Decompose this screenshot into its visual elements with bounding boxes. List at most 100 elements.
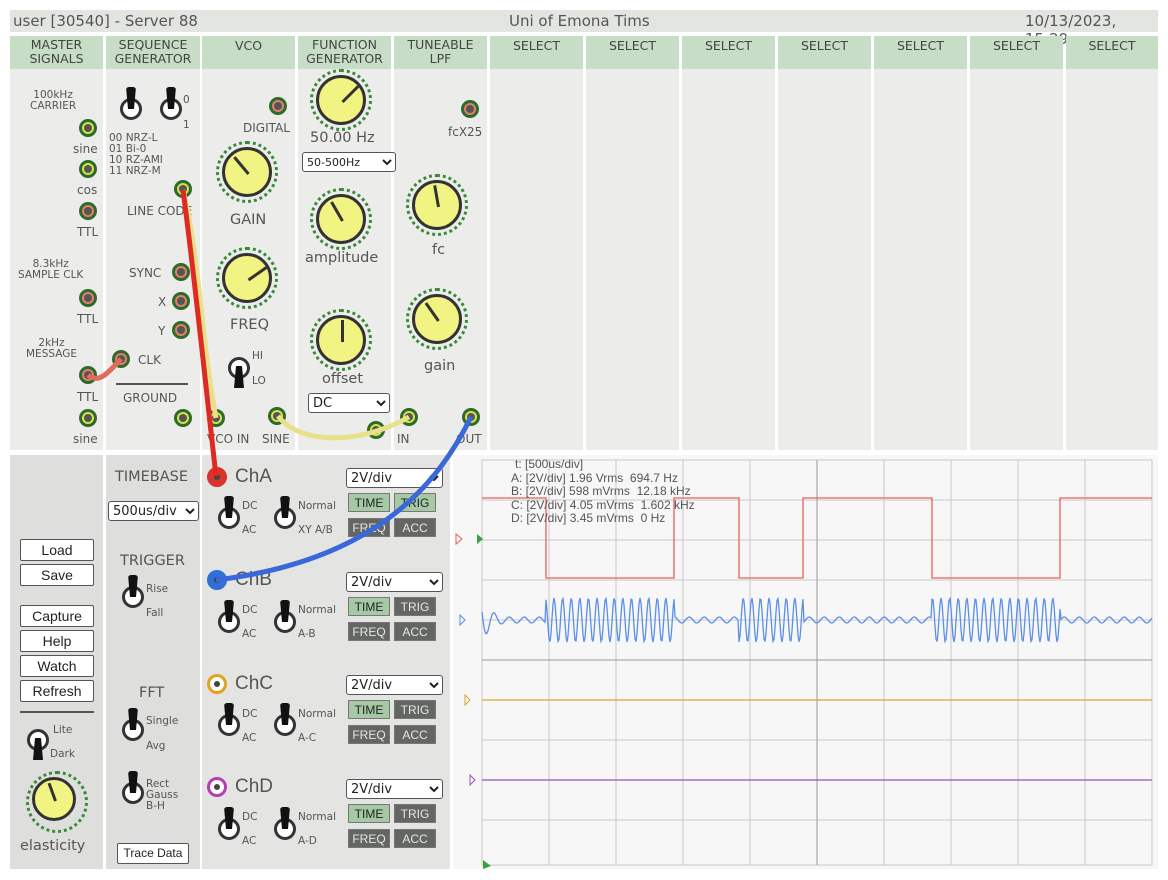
frequency-knob[interactable] (316, 75, 366, 125)
chc-mode-switch[interactable] (274, 714, 296, 736)
digital-jack[interactable] (269, 97, 287, 115)
chb-freq-button[interactable]: FREQ (348, 622, 390, 641)
module-slot-8[interactable]: SELECT (682, 36, 775, 450)
help-button[interactable]: Help (20, 630, 94, 652)
refresh-button[interactable]: Refresh (20, 680, 94, 702)
chd-freq-button[interactable]: FREQ (348, 829, 390, 848)
module-select-header[interactable]: SELECT (682, 36, 775, 69)
timebase-select[interactable]: 500us/div (108, 501, 199, 521)
fft-window-switch[interactable] (122, 782, 144, 804)
cha-time-button[interactable]: TIME (348, 493, 390, 512)
chb-volts-select[interactable]: 2V/div (346, 572, 443, 592)
gain-knob[interactable] (222, 147, 272, 197)
theme-switch[interactable] (27, 729, 49, 751)
amplitude-knob[interactable] (316, 194, 366, 244)
frequency-range-select[interactable]: 50-500Hz (302, 152, 396, 172)
chc-time-button[interactable]: TIME (348, 700, 390, 719)
message-sine-jack[interactable] (79, 409, 97, 427)
sequence-switch-b[interactable] (160, 98, 182, 120)
capture-button[interactable]: Capture (20, 605, 94, 627)
chd-volts-select[interactable]: 2V/div (346, 779, 443, 799)
chb-acc-button[interactable]: ACC (394, 622, 436, 641)
carrier-ttl-jack[interactable] (79, 202, 97, 220)
elasticity-knob[interactable] (32, 777, 76, 821)
module-slot-11[interactable]: SELECT (970, 36, 1063, 450)
function-output-jack[interactable] (367, 421, 385, 439)
chc-volts-select[interactable]: 2V/div (346, 675, 443, 695)
clk-jack[interactable] (112, 350, 130, 368)
module-select-header[interactable]: SELECT (490, 36, 583, 69)
chd-time-button[interactable]: TIME (348, 804, 390, 823)
cha-mode-label: XY A/B (298, 524, 333, 536)
cha-acc-button[interactable]: ACC (394, 518, 436, 537)
line-code-jack[interactable] (174, 180, 192, 198)
module-slot-9[interactable]: SELECT (778, 36, 871, 450)
cha-freq-button[interactable]: FREQ (348, 518, 390, 537)
chb-coupling-switch[interactable] (218, 611, 240, 633)
message-ttl-jack[interactable] (79, 366, 97, 384)
module-slot-7[interactable]: SELECT (586, 36, 679, 450)
sample-clk-ttl-jack[interactable] (79, 289, 97, 307)
cha-coupling-switch[interactable] (218, 507, 240, 529)
cha-volts-select[interactable]: 2V/div (346, 468, 443, 488)
offset-label: offset (322, 371, 364, 387)
chd-input-jack[interactable] (207, 777, 227, 797)
trigger-edge-switch[interactable] (122, 586, 144, 608)
chc-coupling-switch[interactable] (218, 714, 240, 736)
carrier-cos-jack[interactable] (79, 160, 97, 178)
module-slot-6[interactable]: SELECT (490, 36, 583, 450)
chd-mode-switch[interactable] (274, 818, 296, 840)
lpf-in-jack[interactable] (400, 408, 418, 426)
freq-knob[interactable] (222, 253, 272, 303)
chd-coupling-switch[interactable] (218, 818, 240, 840)
ground-jack[interactable] (174, 409, 192, 427)
cha-mode-switch[interactable] (274, 507, 296, 529)
coupling-select[interactable]: DC (308, 393, 390, 413)
module-select-header[interactable]: SELECT (970, 36, 1063, 69)
module-slot-10[interactable]: SELECT (874, 36, 967, 450)
rise-label: Rise (146, 583, 169, 595)
lpf-out-jack[interactable] (462, 408, 480, 426)
chc-acc-button[interactable]: ACC (394, 725, 436, 744)
module-select-header[interactable]: SELECT (1066, 36, 1158, 69)
vco-sine-jack[interactable] (268, 407, 286, 425)
chd-acc-button[interactable]: ACC (394, 829, 436, 848)
fcx25-jack[interactable] (461, 100, 479, 118)
switch-0-label: 0 (183, 94, 190, 106)
cha-input-jack[interactable] (207, 467, 227, 487)
chb-input-jack[interactable] (207, 570, 227, 590)
title-bar: user [30540] - Server 88 Uni of Emona Ti… (10, 10, 1158, 48)
cha-trig-button[interactable]: TRIG (394, 493, 436, 512)
cos-label: cos (77, 183, 98, 197)
chc-trig-button[interactable]: TRIG (394, 700, 436, 719)
timebase-label: TIMEBASE (115, 469, 189, 485)
x-jack[interactable] (172, 292, 190, 310)
fc-knob[interactable] (412, 180, 462, 230)
watch-button[interactable]: Watch (20, 655, 94, 677)
module-slot-12[interactable]: SELECT (1066, 36, 1158, 450)
vco-in-jack[interactable] (207, 409, 225, 427)
y-jack[interactable] (172, 321, 190, 339)
carrier-sine-jack[interactable] (79, 119, 97, 137)
sync-jack[interactable] (172, 263, 190, 281)
module-select-header[interactable]: SELECT (586, 36, 679, 69)
chc-input-jack[interactable] (207, 674, 227, 694)
module-select-header[interactable]: SELECT (874, 36, 967, 69)
chb-time-button[interactable]: TIME (348, 597, 390, 616)
offset-knob[interactable] (316, 315, 366, 365)
fft-mode-switch[interactable] (122, 719, 144, 741)
hi-lo-switch[interactable] (228, 357, 250, 379)
dark-label: Dark (50, 748, 75, 760)
chc-freq-button[interactable]: FREQ (348, 725, 390, 744)
chb-mode-switch[interactable] (274, 611, 296, 633)
chb-trig-button[interactable]: TRIG (394, 597, 436, 616)
trace-data-button[interactable]: Trace Data (117, 843, 189, 864)
lite-label: Lite (53, 724, 73, 736)
module-select-header[interactable]: SELECT (778, 36, 871, 69)
chd-trig-button[interactable]: TRIG (394, 804, 436, 823)
oscilloscope-display[interactable]: t: [500us/div] A: [2V/div] 1.96 Vrms 694.… (453, 455, 1158, 869)
load-button[interactable]: Load (20, 539, 94, 561)
lpf-gain-knob[interactable] (412, 294, 462, 344)
save-button[interactable]: Save (20, 564, 94, 586)
sequence-switch-a[interactable] (120, 98, 142, 120)
